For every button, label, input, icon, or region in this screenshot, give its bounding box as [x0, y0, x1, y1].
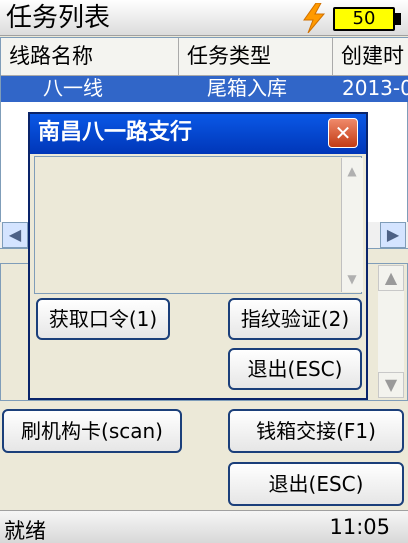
scan-card-button[interactable]: 刷机构卡(scan) — [2, 409, 182, 453]
chevron-up-icon[interactable]: ▲ — [378, 265, 404, 291]
status-text: 就绪 — [4, 519, 46, 543]
title-bar: 任务列表 50 — [0, 0, 408, 36]
dialog-title-bar[interactable]: 南昌八一路支行 ✕ — [30, 114, 366, 154]
screen: 任务列表 50 线路名称 任务类型 创建时 八一线 尾箱入库 2013-0 ◀ … — [0, 0, 408, 543]
battery-level: 50 — [352, 8, 376, 29]
chevron-down-icon[interactable]: ▼ — [378, 372, 404, 398]
dialog-message-area[interactable]: ▲ ▼ — [34, 156, 363, 294]
chevron-right-icon[interactable]: ▶ — [380, 222, 406, 248]
dialog-vertical-scrollbar[interactable]: ▲ ▼ — [341, 158, 363, 292]
table-header: 线路名称 任务类型 创建时 — [1, 38, 408, 76]
status-bar: 就绪 11:05 — [0, 510, 408, 543]
get-password-button[interactable]: 获取口令(1) — [36, 298, 170, 340]
cell-created: 2013-0 — [342, 76, 408, 100]
clock: 11:05 — [329, 515, 390, 539]
column-header-created[interactable]: 创建时 — [333, 38, 408, 76]
chevron-up-icon[interactable]: ▲ — [343, 160, 361, 182]
exit-button[interactable]: 退出(ESC) — [228, 462, 404, 506]
column-header-task-type[interactable]: 任务类型 — [179, 38, 333, 76]
detail-vertical-scrollbar[interactable]: ▲ ▼ — [378, 265, 404, 398]
close-icon[interactable]: ✕ — [328, 118, 358, 148]
fingerprint-verify-button[interactable]: 指纹验证(2) — [228, 298, 362, 340]
column-header-line-name[interactable]: 线路名称 — [1, 38, 179, 76]
window-title: 任务列表 — [6, 3, 111, 33]
lightning-bolt-icon — [303, 3, 326, 33]
battery-icon: 50 — [333, 7, 395, 31]
chevron-left-icon[interactable]: ◀ — [2, 222, 28, 248]
dialog-title: 南昌八一路支行 — [38, 120, 193, 145]
cell-task-type: 尾箱入库 — [207, 76, 287, 100]
branch-dialog: 南昌八一路支行 ✕ ▲ ▼ 获取口令(1) 指纹验证(2) 退出(ESC) — [28, 112, 368, 400]
dialog-exit-button[interactable]: 退出(ESC) — [228, 348, 362, 390]
chevron-down-icon[interactable]: ▼ — [343, 268, 361, 290]
cell-line-name: 八一线 — [43, 76, 103, 100]
cash-box-handover-button[interactable]: 钱箱交接(F1) — [228, 409, 404, 453]
battery-tip — [395, 13, 401, 25]
table-row[interactable]: 八一线 尾箱入库 2013-0 — [1, 76, 408, 102]
